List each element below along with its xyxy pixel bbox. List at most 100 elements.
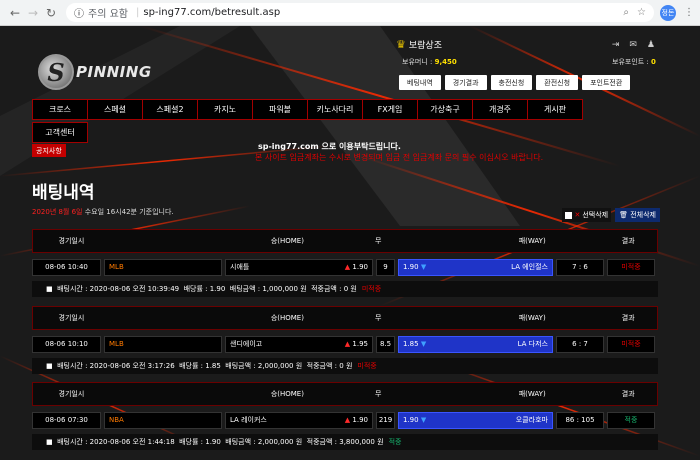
page-title: 배팅내역 [32, 183, 95, 203]
col-away: 패(WAY) [518, 390, 546, 398]
bet-date: 08-06 10:10 [32, 335, 101, 353]
menu-special2[interactable]: 스페셜2 [142, 99, 198, 120]
home-team: LA 레이커스 [230, 416, 267, 424]
bet-draw: 219 [376, 411, 395, 429]
address-bar[interactable]: ⓘ 주의 요함 | sp-ing77.com/betresult.asp ⌕ ☆ [66, 3, 654, 22]
home-odds: 1.90 [352, 416, 368, 424]
date-line: 2020년 8월 6일 수요일 16시42분 기준입니다. [32, 207, 174, 217]
bet-score: 6 : 7 [556, 335, 604, 353]
withdraw-request-button[interactable]: 환전신청 [536, 75, 579, 90]
points-label: 보유포인트 : [612, 58, 649, 66]
bet-home: 샌디에이고 ▲ 1.95 [225, 335, 373, 353]
profile-avatar[interactable]: 정돈 [660, 4, 676, 21]
bet-league: MLB [104, 335, 222, 353]
bet-header: 경기일시 승(HOME) 무 패(WAY) 결과 [32, 306, 658, 330]
col-result: 결과 [621, 314, 635, 322]
win-amount-label: 적중금액 : [306, 362, 337, 370]
menu-cross[interactable]: 크로스 [32, 99, 88, 120]
bet-league: NBA [104, 411, 222, 429]
home-odds: 1.90 [352, 263, 368, 271]
menu-kebab-icon[interactable]: ⋮ [684, 7, 694, 18]
account-buttons: 베팅내역 경기결과 충전신청 환전신청 포인트전환 [399, 75, 631, 90]
bet-date: 08-06 07:30 [32, 411, 101, 429]
info-icon[interactable]: ⓘ [74, 5, 84, 20]
game-results-button[interactable]: 경기결과 [444, 75, 487, 90]
select-delete-button[interactable]: ✕ 선택삭제 [562, 208, 612, 222]
logout-icon[interactable]: ⇥ [612, 40, 620, 50]
menu-board[interactable]: 게시판 [527, 99, 583, 120]
bet-amount: 2,000,000 [257, 362, 294, 370]
bookmark-star-icon[interactable]: ☆ [637, 7, 646, 18]
menu-powerball[interactable]: 파워볼 [252, 99, 308, 120]
delete-all-button[interactable]: 🗑 전체삭제 [615, 208, 660, 222]
menu-casino[interactable]: 카지노 [197, 99, 253, 120]
money-display: 보유머니 : 9,450 [402, 57, 457, 67]
menu-dog-race[interactable]: 개경주 [472, 99, 528, 120]
bet-time-label: 배팅시간 : [57, 285, 88, 293]
away-odds: 1.90 [403, 416, 419, 424]
odds-down-icon: ▼ [420, 263, 427, 271]
bet-result: 미적중 [607, 335, 655, 353]
bet-row: 08-06 10:40 MLB 시애틀 ▲ 1.90 9 1.90 ▼ LA 에인절… [32, 257, 658, 277]
date-rest: 수요일 16시42분 기준입니다. [82, 208, 174, 216]
odds-label: 배당률 : [179, 362, 204, 370]
deposit-request-button[interactable]: 충전신청 [490, 75, 533, 90]
menu-fx-game[interactable]: FX게임 [362, 99, 418, 120]
col-away: 패(WAY) [518, 237, 546, 245]
forward-icon[interactable]: → [24, 6, 42, 20]
notice-button[interactable]: 공지사항 [32, 144, 66, 157]
logo-text: PINNING [76, 63, 152, 81]
odds-up-icon: ▲ [344, 263, 351, 271]
menu-virtual-soccer[interactable]: 가상축구 [417, 99, 473, 120]
delete-x-icon: ✕ [574, 211, 581, 219]
point-convert-button[interactable]: 포인트전환 [582, 75, 631, 90]
notice-ticker-line2: 본 사이트 입금계좌는 수시로 변경되며 입금 전 입금계좌 문의 필수 이십시… [255, 153, 544, 162]
bet-status: 미적중 [361, 285, 382, 293]
odds-up-icon: ▲ [344, 340, 351, 348]
amount-label: 배팅금액 : [229, 285, 261, 293]
bet-score: 86 : 105 [556, 411, 604, 429]
bet-score: 7 : 6 [556, 258, 604, 276]
menu-keno-ladder[interactable]: 키노사다리 [307, 99, 363, 120]
col-date: 경기일시 [58, 390, 85, 398]
select-all-checkbox[interactable] [565, 211, 573, 219]
bet-amount: 1,000,000 [262, 285, 298, 293]
top-icons: ⇥ ✉ ♟ [612, 40, 655, 50]
home-odds: 1.95 [352, 340, 368, 348]
bet-history-button[interactable]: 베팅내역 [399, 75, 441, 90]
mail-icon[interactable]: ✉ [629, 40, 637, 50]
menu-special[interactable]: 스페셜 [87, 99, 143, 120]
bet-time: 2020-08-06 오전 1:44:18 [89, 438, 175, 446]
page: S PINNING ♛ 보람상조 ⇥ ✉ ♟ 보유머니 : 9,450 보유포인… [0, 26, 700, 460]
bet-row: 08-06 07:30 NBA LA 레이커스 ▲ 1.90 219 1.90 ▼… [32, 410, 658, 430]
bet-block: 경기일시 승(HOME) 무 패(WAY) 결과 08-06 10:10 MLB… [32, 306, 658, 374]
notice-ticker-line1: sp-ing77.com 으로 이용부탁드립니다. [258, 142, 401, 151]
trash-icon: 🗑 [619, 211, 628, 219]
win-amount: 0 [343, 285, 349, 293]
win-amount: 0 [339, 362, 344, 370]
user-name: 보람상조 [408, 41, 442, 51]
bet-away-selected: 1.90 ▼ LA 에인절스 [398, 258, 553, 276]
delete-all-label: 전체삭제 [630, 211, 656, 219]
bet-away-selected: 1.90 ▼ 오클라호마 [398, 411, 553, 429]
home-team: 샌디에이고 [230, 340, 263, 348]
bet-block: 경기일시 승(HOME) 무 패(WAY) 결과 08-06 07:30 NBA… [32, 382, 658, 450]
back-icon[interactable]: ← [6, 6, 24, 20]
reload-icon[interactable]: ↻ [42, 6, 60, 20]
bet-result: 적중 [607, 411, 655, 429]
site-logo[interactable]: S PINNING [38, 54, 152, 90]
bet-odds: 1.90 [209, 285, 226, 293]
user-add-icon[interactable]: ♟ [647, 40, 655, 50]
bullet-icon: ■ [46, 362, 53, 370]
money-value: 9,450 [434, 58, 457, 66]
menu-customer-center[interactable]: 고객센터 [32, 122, 88, 143]
bet-time-label: 배팅시간 : [57, 362, 88, 370]
away-team: LA 다저스 [517, 340, 548, 348]
bet-away-selected: 1.85 ▼ LA 다저스 [398, 335, 553, 353]
bet-amount: 2,000,000 [257, 438, 294, 446]
bet-block: 경기일시 승(HOME) 무 패(WAY) 결과 08-06 10:40 MLB… [32, 229, 658, 297]
points-value: 0 [651, 58, 656, 66]
odds-label: 배당률 : [179, 438, 204, 446]
bet-odds: 1.85 [205, 362, 221, 370]
zoom-icon[interactable]: ⌕ [623, 7, 629, 18]
